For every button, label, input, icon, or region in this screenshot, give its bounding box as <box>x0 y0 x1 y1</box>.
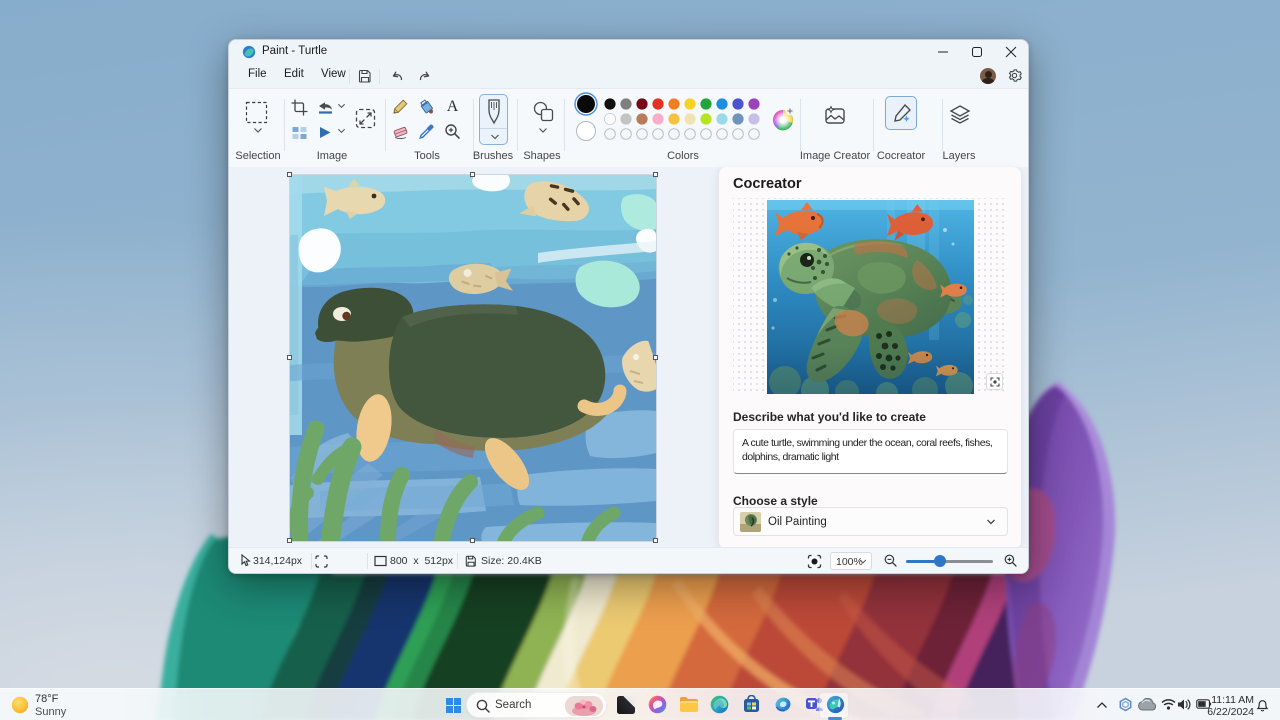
svg-text:A: A <box>447 98 459 114</box>
